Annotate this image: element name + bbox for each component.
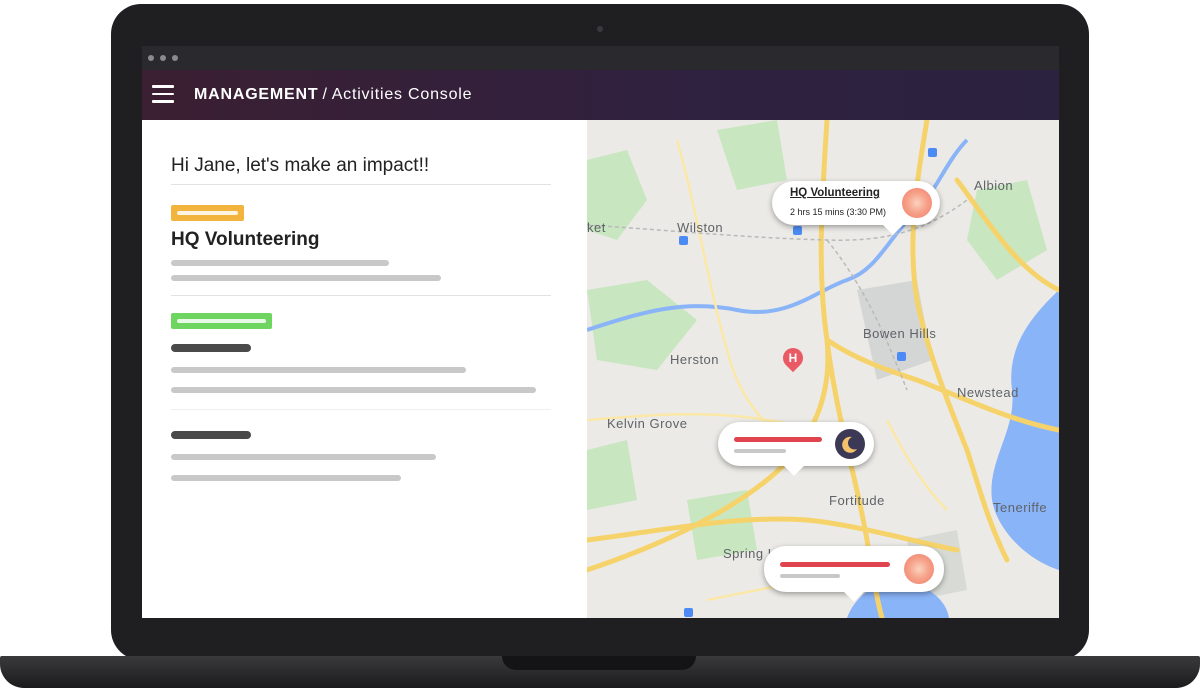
activity-panel: Hi Jane, let's make an impact!! HQ Volun… bbox=[142, 120, 587, 618]
category-tag bbox=[171, 313, 272, 329]
map-label-market: ket bbox=[587, 220, 606, 235]
placeholder-line bbox=[171, 367, 466, 373]
divider bbox=[171, 409, 551, 410]
placeholder-line bbox=[171, 387, 536, 393]
map-label-newstead: Newstead bbox=[957, 385, 1019, 400]
window-dot-icon[interactable] bbox=[148, 55, 154, 61]
brand-label: MANAGEMENT bbox=[194, 86, 319, 103]
divider bbox=[171, 295, 551, 296]
page-title: MANAGEMENT / Activities Console bbox=[194, 86, 472, 104]
transit-station-icon[interactable] bbox=[684, 608, 693, 617]
placeholder-line bbox=[171, 475, 401, 481]
divider bbox=[171, 184, 551, 185]
activity-callout[interactable] bbox=[764, 546, 944, 602]
placeholder-line bbox=[171, 275, 441, 281]
map-label-albion: Albion bbox=[974, 178, 1014, 193]
transit-station-icon[interactable] bbox=[793, 226, 802, 235]
placeholder-heading bbox=[171, 431, 251, 439]
map-label-fortitude: Fortitude bbox=[829, 493, 885, 508]
map-label-bowen-hills: Bowen Hills bbox=[863, 326, 937, 341]
greeting-text: Hi Jane, let's make an impact!! bbox=[171, 155, 430, 176]
category-tag bbox=[171, 205, 244, 221]
map-label-teneriffe: Teneriffe bbox=[993, 500, 1048, 515]
hospital-marker-label: H bbox=[788, 351, 798, 365]
moon-icon bbox=[835, 429, 865, 459]
browser-bar bbox=[142, 46, 1059, 70]
map-label-wilston: Wilston bbox=[677, 220, 724, 235]
window-dot-icon[interactable] bbox=[160, 55, 166, 61]
map-label-kelvin-grove: Kelvin Grove bbox=[607, 416, 688, 431]
placeholder-line bbox=[171, 454, 436, 460]
app-header: MANAGEMENT / Activities Console bbox=[142, 70, 1059, 120]
hamburger-menu-icon[interactable] bbox=[152, 85, 174, 103]
placeholder-line bbox=[171, 260, 389, 266]
hq-callout-name: HQ Volunteering bbox=[790, 187, 880, 199]
transit-station-icon[interactable] bbox=[679, 236, 688, 245]
hq-callout-time: 2 hrs 15 mins (3:30 PM) bbox=[790, 207, 887, 217]
hq-location-callout[interactable]: HQ Volunteering 2 hrs 15 mins (3:30 PM) bbox=[772, 181, 940, 235]
sun-icon bbox=[904, 554, 934, 584]
callout-title-line bbox=[780, 562, 890, 567]
map-view[interactable]: ket Wilston Albion Bowen Hills Herston N… bbox=[587, 120, 1059, 618]
hospital-marker-icon[interactable]: H bbox=[778, 343, 808, 373]
screen: MANAGEMENT / Activities Console Hi Jane, l… bbox=[142, 46, 1059, 618]
laptop-mockup: MANAGEMENT / Activities Console Hi Jane, l… bbox=[0, 0, 1200, 691]
placeholder-heading bbox=[171, 344, 251, 352]
callout-subtitle-line bbox=[780, 574, 840, 578]
callout-subtitle-line bbox=[734, 449, 786, 453]
activity-title: HQ Volunteering bbox=[171, 229, 320, 250]
sun-icon bbox=[902, 188, 932, 218]
breadcrumb-separator: / bbox=[322, 86, 328, 103]
section-label: Activities Console bbox=[331, 86, 473, 103]
transit-station-icon[interactable] bbox=[928, 148, 937, 157]
laptop-notch bbox=[502, 656, 696, 670]
callout-title-line bbox=[734, 437, 822, 442]
transit-station-icon[interactable] bbox=[897, 352, 906, 361]
activity-callout[interactable] bbox=[718, 422, 874, 476]
camera-icon bbox=[597, 26, 603, 32]
map-label-herston: Herston bbox=[670, 352, 720, 367]
window-dot-icon[interactable] bbox=[172, 55, 178, 61]
